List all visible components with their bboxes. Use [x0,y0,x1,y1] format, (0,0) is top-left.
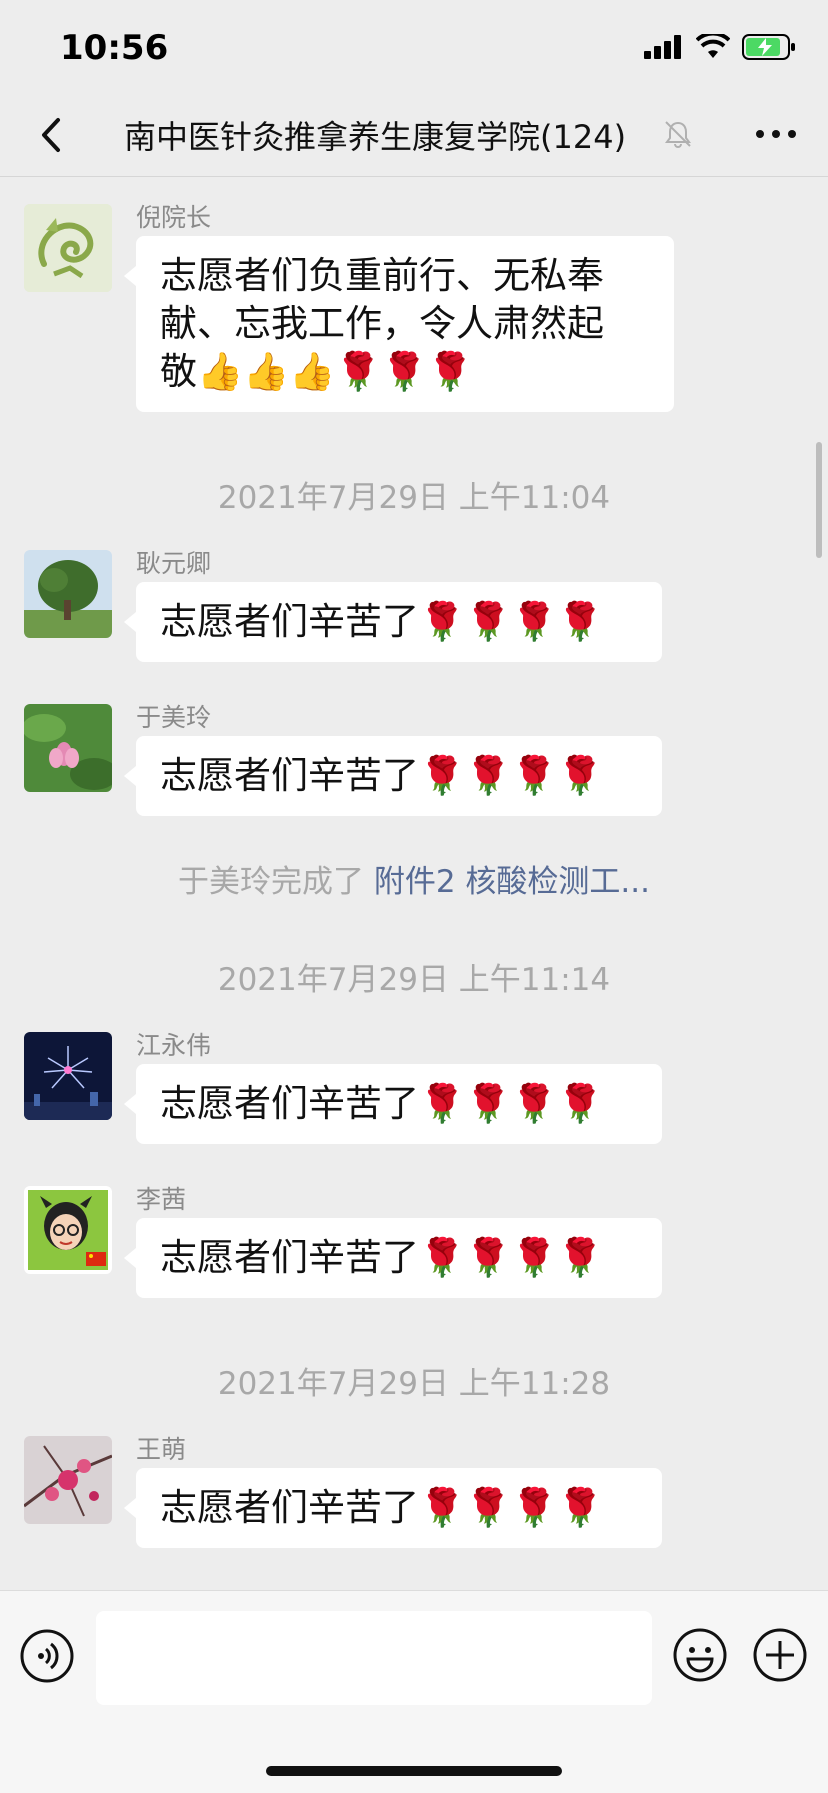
message-bubble[interactable]: 志愿者们辛苦了🌹🌹🌹🌹 [124,1064,662,1144]
battery-icon [742,34,795,60]
avatar[interactable] [24,1032,112,1120]
message-bubble[interactable]: 志愿者们辛苦了🌹🌹🌹🌹 [124,736,662,816]
home-indicator[interactable] [266,1766,562,1776]
avatar[interactable] [24,1186,112,1274]
message-bubble[interactable]: 志愿者们辛苦了🌹🌹🌹🌹 [124,1468,662,1548]
chat-title: 南中医针灸推拿养生康复学院(124) [124,118,627,156]
avatar[interactable] [24,1436,112,1524]
message-bubble[interactable]: 志愿者们辛苦了🌹🌹🌹🌹 [124,1218,662,1298]
system-message-text: 于美玲完成了 [178,864,364,900]
emoji-button[interactable] [672,1627,728,1683]
attachment-link[interactable]: 附件2 核酸检测工... [374,864,650,900]
avatar[interactable] [24,704,112,792]
system-message: 于美玲完成了 附件2 核酸检测工... [0,856,828,901]
message-text: 志愿者们辛苦了🌹🌹🌹🌹 [160,600,604,643]
fireworks-photo-icon [24,1032,112,1120]
sender-name: 江永伟 [136,1031,212,1060]
chat-header: 南中医针灸推拿养生康复学院(124) [0,100,828,177]
message-text-line: 志愿者们负重前行、无私奉 [160,254,604,297]
avatar[interactable] [24,204,112,292]
sender-name: 王萌 [136,1435,187,1464]
message-text: 志愿者们辛苦了🌹🌹🌹🌹 [160,1236,604,1279]
wifi-icon [696,34,730,58]
message-text: 志愿者们辛苦了🌹🌹🌹🌹 [160,754,604,797]
message-bubble[interactable]: 志愿者们辛苦了🌹🌹🌹🌹 [124,582,662,662]
message-text-line: 敬👍👍👍🌹🌹🌹 [160,350,474,393]
tree-photo-icon [24,550,112,638]
sender-name: 李茜 [136,1185,187,1214]
status-time: 10:56 [60,28,169,68]
mute-bell-icon [665,121,691,148]
message-text: 志愿者们辛苦了🌹🌹🌹🌹 [160,1082,604,1125]
timestamp: 2021年7月29日 上午11:14 [217,962,611,998]
back-button[interactable] [28,110,78,160]
more-options-button[interactable] [746,114,806,154]
dragon-logo-icon [24,204,112,292]
timestamp: 2021年7月29日 上午11:04 [217,480,611,516]
lotus-photo-icon [24,704,112,792]
status-bar: 10:56 [0,0,828,100]
sender-name: 耿元卿 [136,549,212,578]
status-icons [644,34,796,60]
message-text: 志愿者们辛苦了🌹🌹🌹🌹 [160,1486,604,1529]
message-input[interactable] [96,1611,652,1705]
more-functions-button[interactable] [752,1627,808,1683]
message-text-line: 献、忘我工作，令人肃然起 [160,302,604,345]
message-bubble[interactable]: 志愿者们负重前行、无私奉 献、忘我工作，令人肃然起 敬👍👍👍🌹🌹🌹 [124,236,674,412]
input-bar [0,1590,828,1793]
voice-input-button[interactable] [20,1629,74,1683]
signal-icon [644,35,681,59]
blossom-photo-icon [24,1436,112,1524]
cartoon-girl-icon [24,1186,112,1274]
avatar[interactable] [24,550,112,638]
sender-name: 于美玲 [136,703,212,732]
timestamp: 2021年7月29日 上午11:28 [217,1366,611,1402]
sender-name: 倪院长 [136,203,212,232]
scrollbar[interactable] [816,442,822,558]
